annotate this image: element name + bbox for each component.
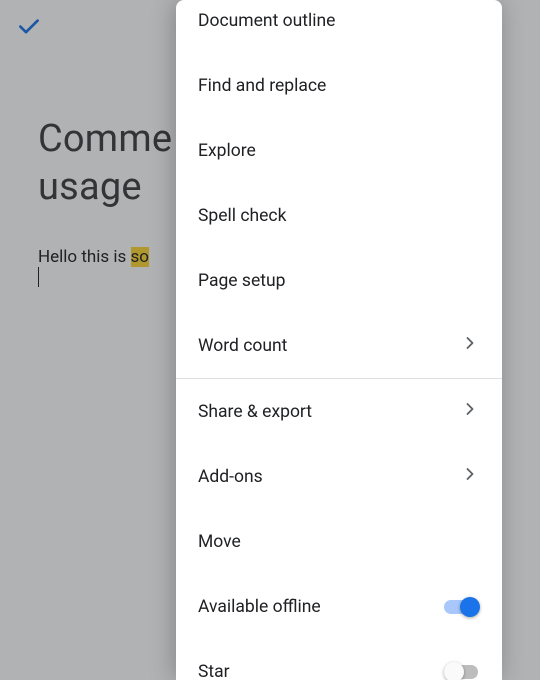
- menu-item-move[interactable]: Move: [176, 509, 502, 574]
- menu-item-document-outline[interactable]: Document outline: [176, 0, 502, 53]
- menu-item-label: Page setup: [198, 271, 480, 291]
- menu-item-label: Find and replace: [198, 76, 480, 96]
- menu-item-label: Star: [198, 662, 444, 680]
- switch-thumb: [460, 597, 480, 617]
- menu-item-label: Explore: [198, 141, 480, 161]
- menu-item-label: Move: [198, 532, 480, 552]
- menu-item-label: Share & export: [198, 402, 460, 422]
- chevron-right-icon: [460, 464, 480, 489]
- menu-item-explore[interactable]: Explore: [176, 118, 502, 183]
- menu-item-label: Word count: [198, 336, 460, 356]
- menu-item-label: Spell check: [198, 206, 480, 226]
- menu-item-find-replace[interactable]: Find and replace: [176, 53, 502, 118]
- menu-item-label: Available offline: [198, 597, 444, 617]
- chevron-right-icon: [460, 399, 480, 424]
- menu-item-label: Document outline: [198, 11, 480, 31]
- chevron-right-icon: [460, 333, 480, 358]
- menu-item-word-count[interactable]: Word count: [176, 313, 502, 378]
- menu-item-add-ons[interactable]: Add-ons: [176, 444, 502, 509]
- menu-item-available-offline[interactable]: Available offline: [176, 574, 502, 639]
- menu-item-star[interactable]: Star: [176, 639, 502, 680]
- available-offline-toggle[interactable]: [444, 597, 480, 617]
- menu-item-label: Add-ons: [198, 467, 460, 487]
- switch-thumb: [444, 662, 464, 680]
- overflow-menu: Document outline Find and replace Explor…: [176, 0, 502, 680]
- star-toggle[interactable]: [444, 662, 480, 680]
- menu-item-page-setup[interactable]: Page setup: [176, 248, 502, 313]
- menu-item-share-export[interactable]: Share & export: [176, 379, 502, 444]
- menu-item-spell-check[interactable]: Spell check: [176, 183, 502, 248]
